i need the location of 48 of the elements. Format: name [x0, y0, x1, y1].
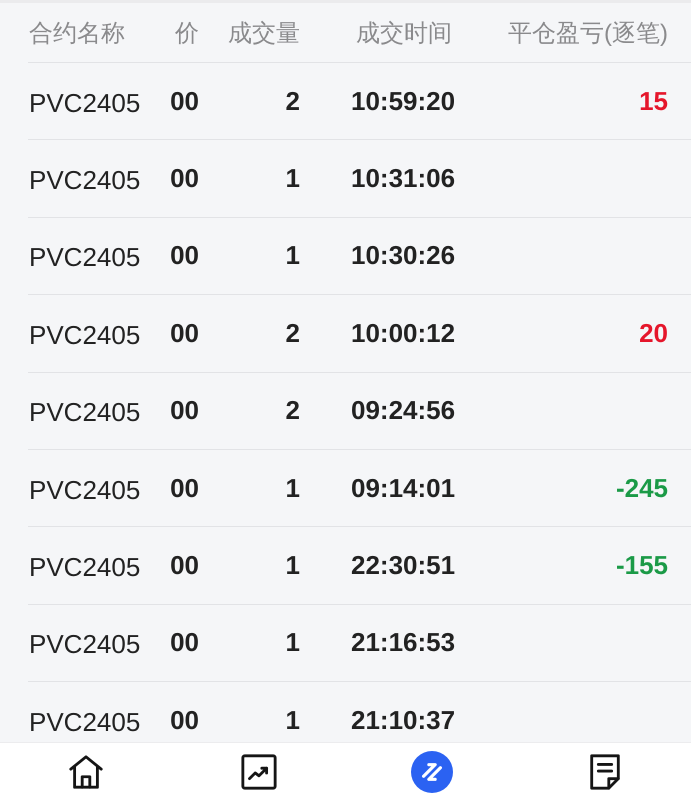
- chart-icon[interactable]: [240, 752, 278, 790]
- price-cell: 00: [170, 550, 199, 582]
- volume-cell: 2: [286, 86, 300, 117]
- contract-cell-text: PVC2405: [28, 241, 140, 274]
- pnl-cell: 20: [639, 318, 668, 349]
- volume-cell: 1: [286, 627, 300, 658]
- time-cell: 22:30:51: [351, 550, 456, 582]
- time-cell: 10:30:26: [351, 240, 456, 272]
- volume-cell: 1: [286, 704, 300, 736]
- column-header: 成交时间: [356, 18, 452, 48]
- volume-cell: 1: [286, 472, 300, 504]
- pnl-cell: -155: [616, 550, 668, 582]
- time-cell: 10:00:12: [351, 318, 456, 349]
- price-cell: 00: [170, 395, 199, 426]
- time-cell: 10:31:06: [351, 163, 456, 194]
- time-cell: 21:10:37: [351, 704, 456, 736]
- time-cell: 21:16:53: [351, 627, 456, 658]
- contract-cell-text: PVC2405: [28, 706, 140, 738]
- contract-cell-text: PVC2405: [28, 396, 140, 428]
- contract-cell-text: PVC2405: [28, 318, 140, 351]
- volume-cell: 1: [286, 163, 300, 194]
- time-cell: 09:14:01: [351, 472, 456, 504]
- column-header: 合约名称: [28, 18, 125, 48]
- column-header: 平仓盈亏(逐笔): [508, 18, 668, 48]
- home-icon[interactable]: [67, 752, 106, 790]
- volume-cell: 2: [286, 395, 300, 426]
- contract-cell-text: PVC2405: [28, 164, 140, 196]
- pnl-cell: 15: [639, 86, 668, 117]
- swap-icon[interactable]: [410, 750, 453, 792]
- time-cell: 09:24:56: [351, 395, 456, 426]
- volume-cell: 1: [286, 550, 300, 582]
- price-cell: 00: [170, 163, 199, 194]
- price-cell: 00: [170, 86, 199, 117]
- column-header: 价: [175, 18, 199, 48]
- column-header: 成交量: [228, 18, 300, 48]
- price-cell: 00: [170, 318, 199, 349]
- price-cell: 00: [170, 472, 199, 504]
- time-cell: 10:59:20: [351, 86, 456, 117]
- volume-cell: 1: [286, 240, 300, 272]
- contract-cell-text: PVC2405: [28, 551, 140, 584]
- contract-cell-text: PVC2405: [28, 474, 140, 506]
- price-cell: 00: [170, 704, 199, 736]
- pnl-cell: -245: [616, 472, 668, 504]
- volume-cell: 2: [286, 318, 300, 349]
- price-cell: 00: [170, 240, 199, 272]
- contract-cell-text: PVC2405: [28, 628, 140, 660]
- price-cell: 00: [170, 627, 199, 658]
- contract-cell-text: PVC2405: [28, 86, 140, 119]
